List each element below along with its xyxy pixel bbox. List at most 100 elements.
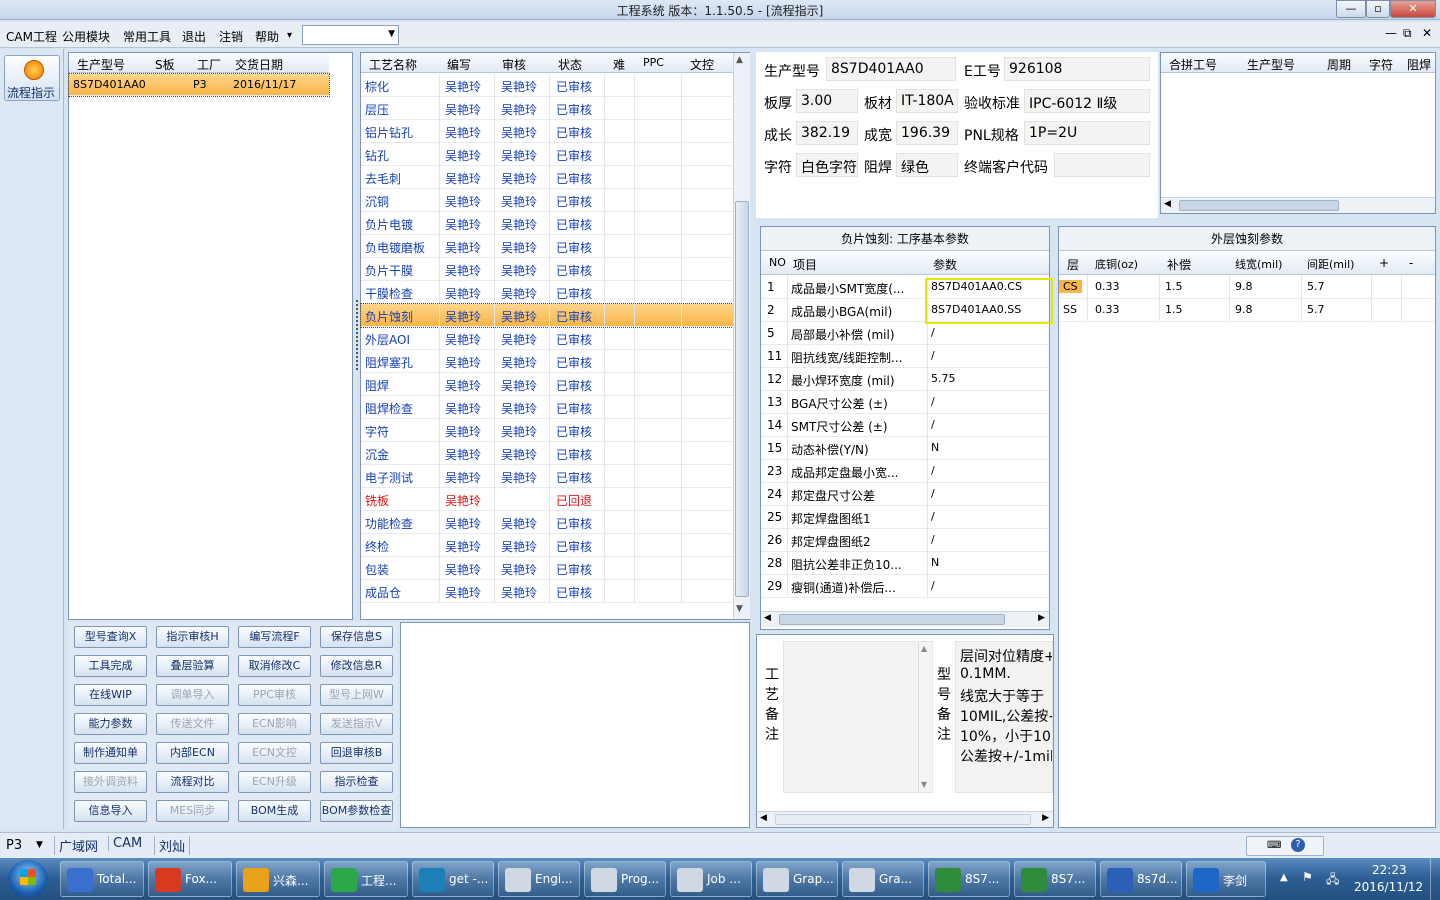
table-row[interactable]: 外层AOI 吴艳玲 吴艳玲 已审核 <box>361 327 733 350</box>
scroll-right-icon[interactable]: ▶ <box>1042 813 1049 823</box>
action-button[interactable]: MES同步 <box>156 800 229 822</box>
table-row[interactable]: 铝片钻孔 吴艳玲 吴艳玲 已审核 <box>361 120 733 143</box>
params-hscroll[interactable]: ◀ ▶ <box>761 611 1049 627</box>
length-field[interactable]: 382.19 <box>796 121 858 145</box>
keyboard-icon[interactable]: ⌨ <box>1267 840 1281 851</box>
col-merge-no[interactable]: 合拼工号 <box>1169 56 1217 73</box>
pnl-field[interactable]: 1P=2U <box>1024 121 1150 145</box>
taskbar-item[interactable]: 8S7... <box>1014 861 1096 897</box>
table-row[interactable]: CS 0.33 1.5 9.8 5.7 <box>1059 276 1435 299</box>
action-button[interactable]: 取消修改C <box>238 655 311 677</box>
table-row[interactable]: 干膜检查 吴艳玲 吴艳玲 已审核 <box>361 281 733 304</box>
scroll-up-icon[interactable]: ▲ <box>921 644 927 653</box>
action-button[interactable]: 传送文件 <box>156 713 229 735</box>
action-button[interactable]: 保存信息S <box>320 626 393 648</box>
table-row[interactable]: 23 成品邦定盘最小宽... / <box>761 460 1049 483</box>
col-delivery-date[interactable]: 交货日期 <box>235 56 283 73</box>
menu-tools[interactable]: 常用工具 <box>123 28 171 45</box>
col-doc-control[interactable]: 文控 <box>690 56 714 73</box>
help-icon[interactable]: ? <box>1291 838 1305 852</box>
model-field[interactable]: 8S7D401AA0 <box>826 57 956 81</box>
menu-cam[interactable]: CAM工程 <box>6 28 57 45</box>
action-button[interactable]: BOM生成 <box>238 800 311 822</box>
taskbar-item[interactable]: Fox... <box>148 861 232 897</box>
taskbar-item[interactable]: Engi... <box>498 861 580 897</box>
col-spacing[interactable]: 间距(mil) <box>1307 256 1354 272</box>
action-button[interactable]: 内部ECN <box>156 742 229 764</box>
taskbar-item[interactable]: 8S7... <box>928 861 1010 897</box>
action-button[interactable]: 在线WIP <box>74 684 147 706</box>
table-row[interactable]: 负片电镀 吴艳玲 吴艳玲 已审核 <box>361 212 733 235</box>
table-row[interactable]: 12 最小焊环宽度 (mil) 5.75 <box>761 368 1049 391</box>
col-no[interactable]: NO <box>769 256 786 269</box>
tray-network-icon[interactable]: 🖧 <box>1326 870 1339 891</box>
process-list-scrollbar[interactable]: ▲ ▼ <box>733 53 750 619</box>
col-base-copper[interactable]: 底铜(oz) <box>1095 256 1138 272</box>
table-row[interactable]: 沉铜 吴艳玲 吴艳玲 已审核 <box>361 189 733 212</box>
table-row[interactable]: 29 瘦铜(通道)补偿后... / <box>761 575 1049 598</box>
action-button[interactable]: ECN文控 <box>238 742 311 764</box>
standard-field[interactable]: IPC-6012 Ⅱ级 <box>1024 89 1150 113</box>
col-merge-cycle[interactable]: 周期 <box>1327 56 1351 73</box>
material-field[interactable]: IT-180A <box>896 89 958 113</box>
col-plus[interactable]: + <box>1379 256 1389 270</box>
character-field[interactable]: 白色字符 <box>796 153 858 177</box>
action-button[interactable]: PPC审核 <box>238 684 311 706</box>
action-button[interactable]: 工具完成 <box>74 655 147 677</box>
scroll-thumb[interactable] <box>775 814 1031 825</box>
table-row[interactable]: 成品仓 吴艳玲 吴艳玲 已审核 <box>361 580 733 603</box>
factory-selector[interactable]: P3 <box>6 838 22 853</box>
menu-logout[interactable]: 注销 <box>219 28 243 45</box>
solder-mask-field[interactable]: 绿色 <box>896 153 958 177</box>
col-model[interactable]: 生产型号 <box>77 56 125 73</box>
table-row[interactable]: 去毛刺 吴艳玲 吴艳玲 已审核 <box>361 166 733 189</box>
taskbar-item[interactable]: 兴森... <box>236 861 320 897</box>
scroll-right-icon[interactable]: ▶ <box>1038 613 1045 623</box>
clock-date[interactable]: 2016/11/12 <box>1354 880 1423 894</box>
table-row[interactable]: 功能检查 吴艳玲 吴艳玲 已审核 <box>361 511 733 534</box>
table-row[interactable]: 14 SMT尺寸公差 (±) / <box>761 414 1049 437</box>
col-merge-model[interactable]: 生产型号 <box>1247 56 1295 73</box>
action-button[interactable]: ECN影响 <box>238 713 311 735</box>
tray-flag-icon[interactable]: ⚑ <box>1302 870 1313 884</box>
thickness-field[interactable]: 3.00 <box>796 89 858 113</box>
menu-common-module[interactable]: 公用模块 <box>62 28 110 45</box>
col-s-board[interactable]: S板 <box>155 56 175 73</box>
table-row[interactable]: 24 邦定盘尺寸公差 / <box>761 483 1049 506</box>
table-row[interactable]: 负片蚀刻 吴艳玲 吴艳玲 已审核 <box>360 303 734 328</box>
col-factory[interactable]: 工厂 <box>197 56 221 73</box>
taskbar-item[interactable]: Prog... <box>584 861 666 897</box>
table-row[interactable]: 28 阻抗公差非正负10... N <box>761 552 1049 575</box>
action-button[interactable]: 叠层验算 <box>156 655 229 677</box>
action-button[interactable]: 修改信息R <box>320 655 393 677</box>
col-value[interactable]: 参数 <box>933 256 957 273</box>
col-merge-char[interactable]: 字符 <box>1369 56 1393 73</box>
table-row[interactable]: 负片干膜 吴艳玲 吴艳玲 已审核 <box>361 258 733 281</box>
table-row[interactable]: 15 动态补偿(Y/N) N <box>761 437 1049 460</box>
minimize-button[interactable]: — <box>1336 0 1366 18</box>
menu-combo[interactable]: ▼ <box>302 25 399 45</box>
col-item[interactable]: 项目 <box>793 256 817 273</box>
action-button[interactable]: 接外调资料 <box>74 771 147 793</box>
scroll-thumb[interactable] <box>779 614 1005 625</box>
col-process-name[interactable]: 工艺名称 <box>369 56 417 73</box>
show-desktop-button[interactable] <box>1430 858 1440 900</box>
scroll-down-icon[interactable]: ▼ <box>921 780 927 789</box>
col-line-width[interactable]: 线宽(mil) <box>1235 256 1282 272</box>
craft-note-field[interactable]: ▲ ▼ <box>783 641 933 793</box>
table-row[interactable]: 26 邦定焊盘图纸2 / <box>761 529 1049 552</box>
col-merge-mask[interactable]: 阻焊 <box>1407 56 1431 73</box>
action-button[interactable]: 指示审核H <box>156 626 229 648</box>
action-button[interactable]: BOM参数检查 <box>320 800 393 822</box>
start-button[interactable] <box>8 860 48 898</box>
mdi-restore-button[interactable]: ⧉ <box>1403 26 1412 41</box>
mdi-minimize-button[interactable]: — <box>1385 26 1397 40</box>
taskbar-item[interactable]: 8s7d... <box>1100 861 1182 897</box>
table-row[interactable]: 5 局部最小补偿 (mil) / <box>761 322 1049 345</box>
taskbar-item[interactable]: Job ... <box>670 861 752 897</box>
taskbar-item[interactable]: get -... <box>412 861 494 897</box>
table-row[interactable]: 阻焊检查 吴艳玲 吴艳玲 已审核 <box>361 396 733 419</box>
maximize-button[interactable]: ▫ <box>1366 0 1390 18</box>
action-button[interactable]: 制作通知单 <box>74 742 147 764</box>
col-compensation[interactable]: 补偿 <box>1167 256 1191 273</box>
